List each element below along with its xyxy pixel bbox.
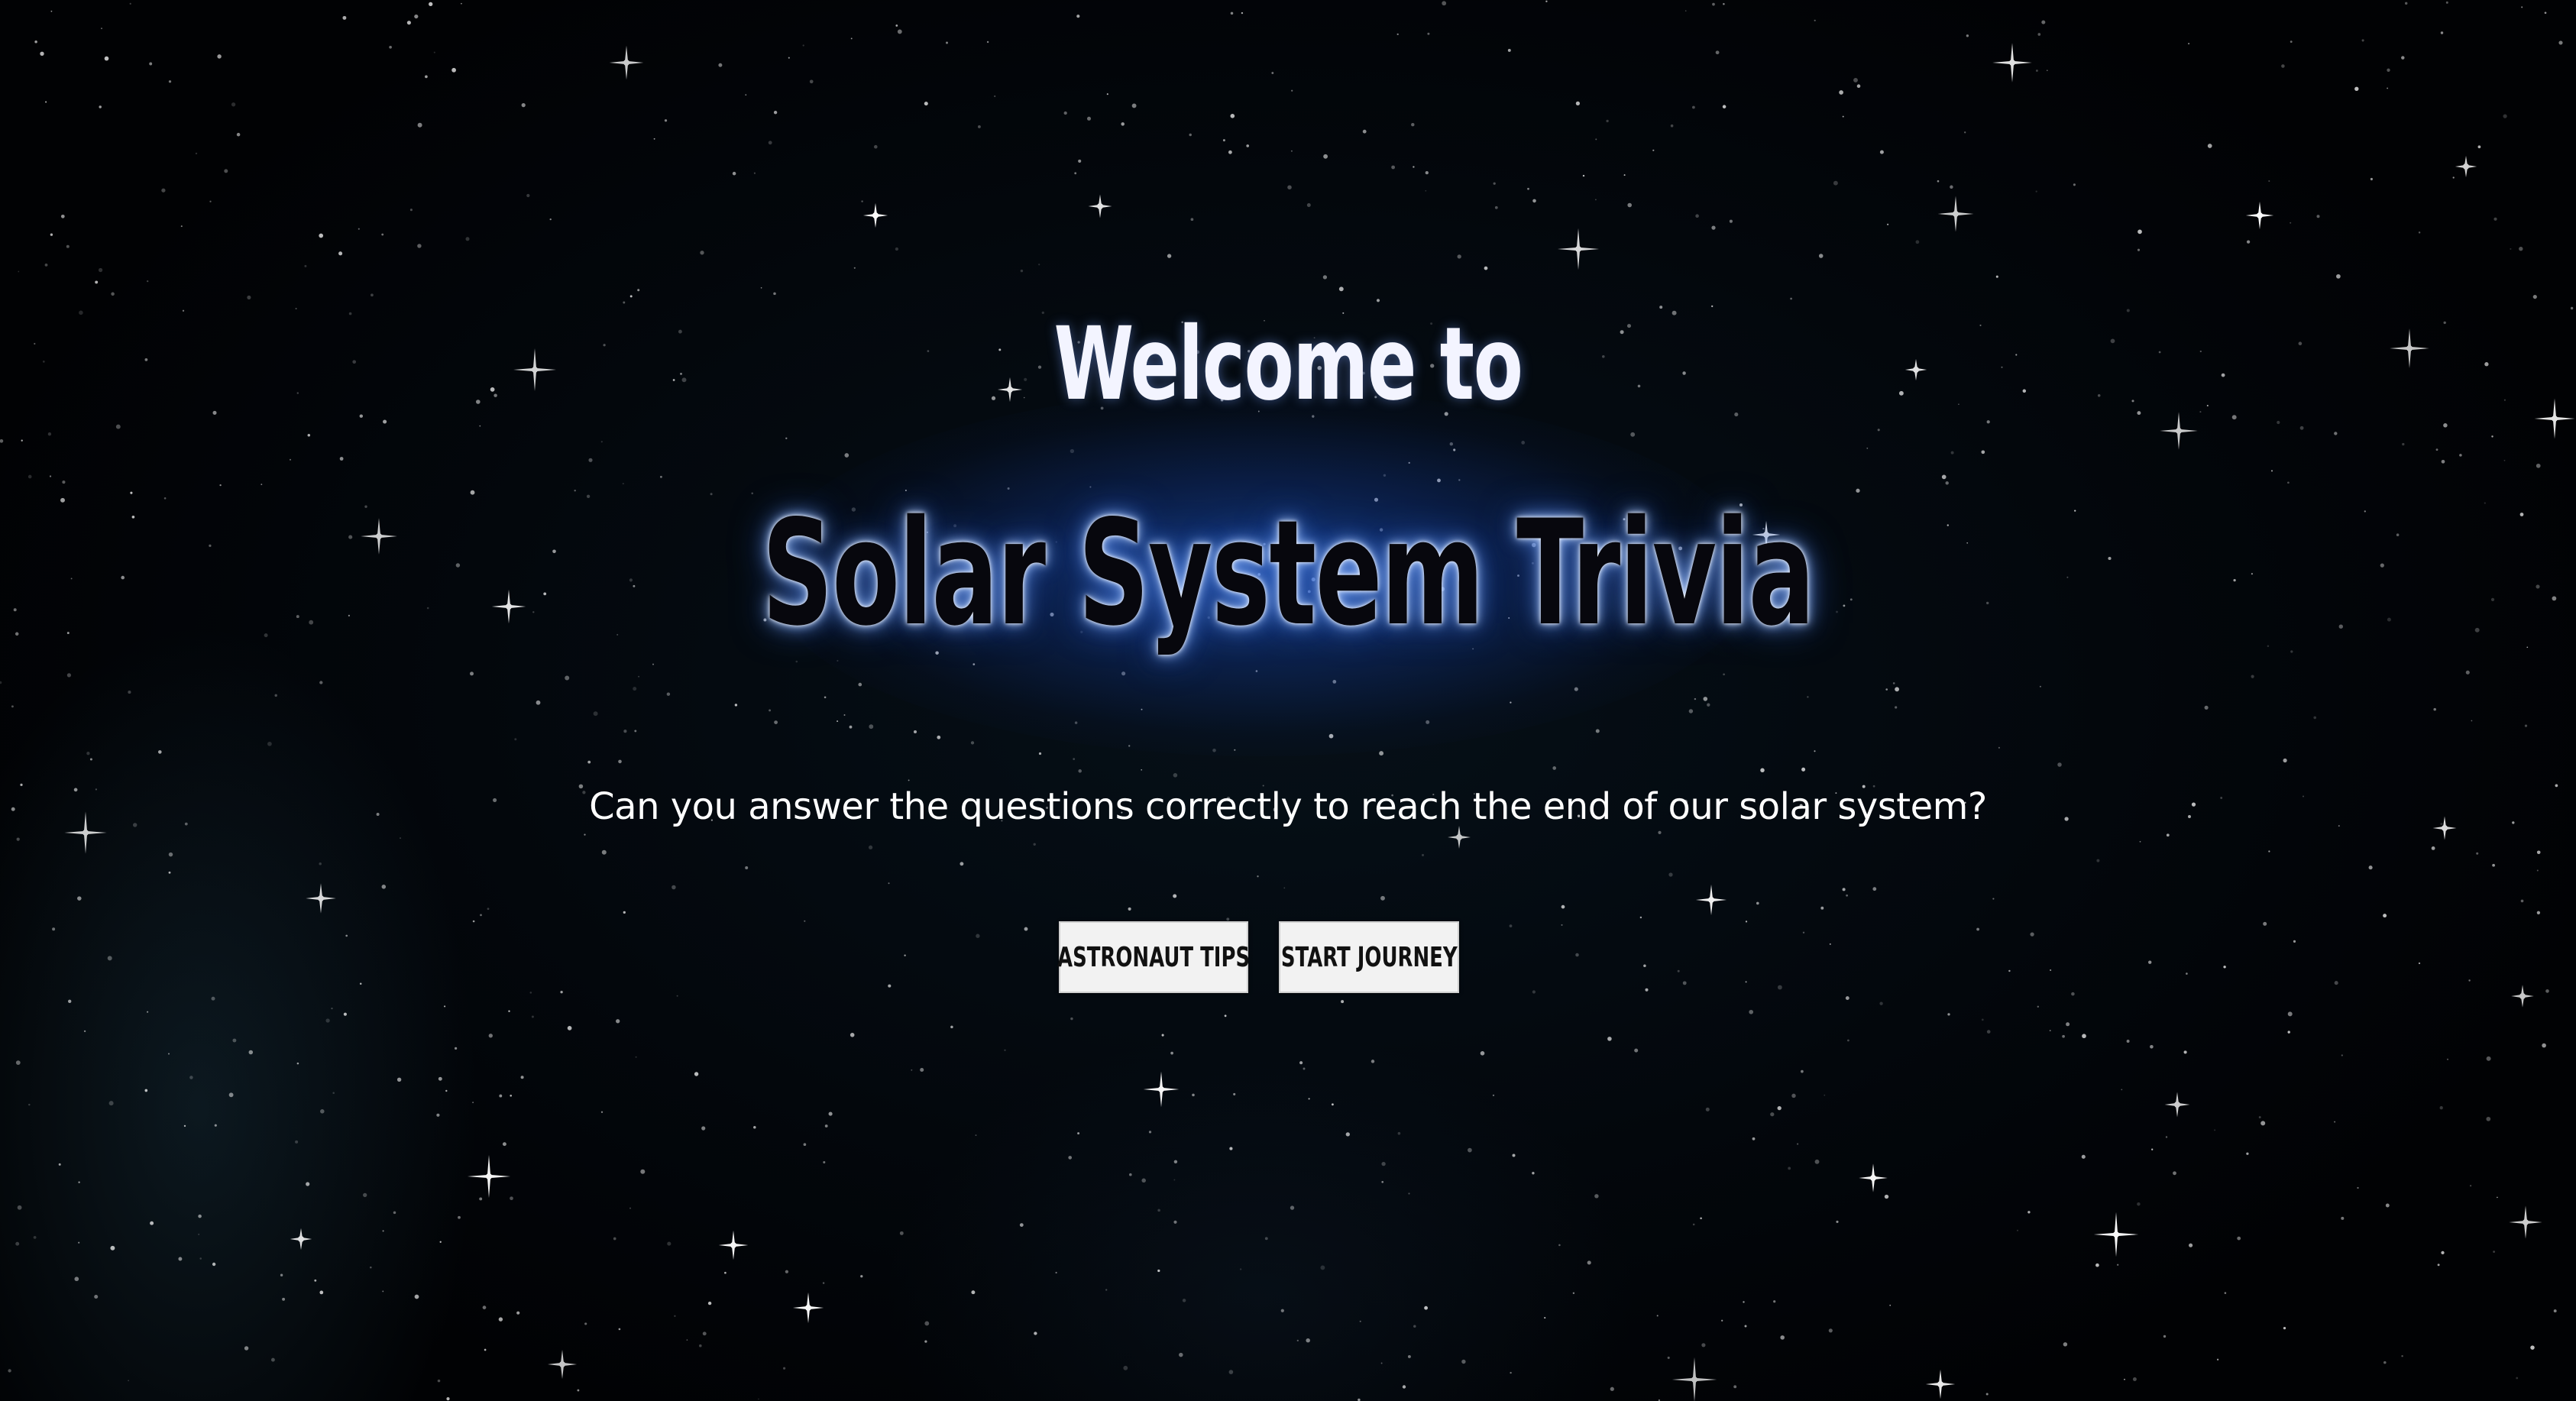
game-title: Solar System Trivia (762, 489, 1815, 658)
space-background: Welcome to Solar System Trivia Can you a… (0, 0, 2576, 1401)
game-subtitle: Can you answer the questions correctly t… (589, 785, 1987, 828)
start-journey-label: START JOURNEY (1280, 941, 1458, 973)
start-journey-button[interactable]: START JOURNEY (1279, 921, 1459, 993)
astronaut-tips-label: ASTRONAUT TIPS (1057, 941, 1251, 973)
astronaut-tips-button[interactable]: ASTRONAUT TIPS (1057, 921, 1251, 993)
welcome-heading: Welcome to (1053, 306, 1523, 423)
